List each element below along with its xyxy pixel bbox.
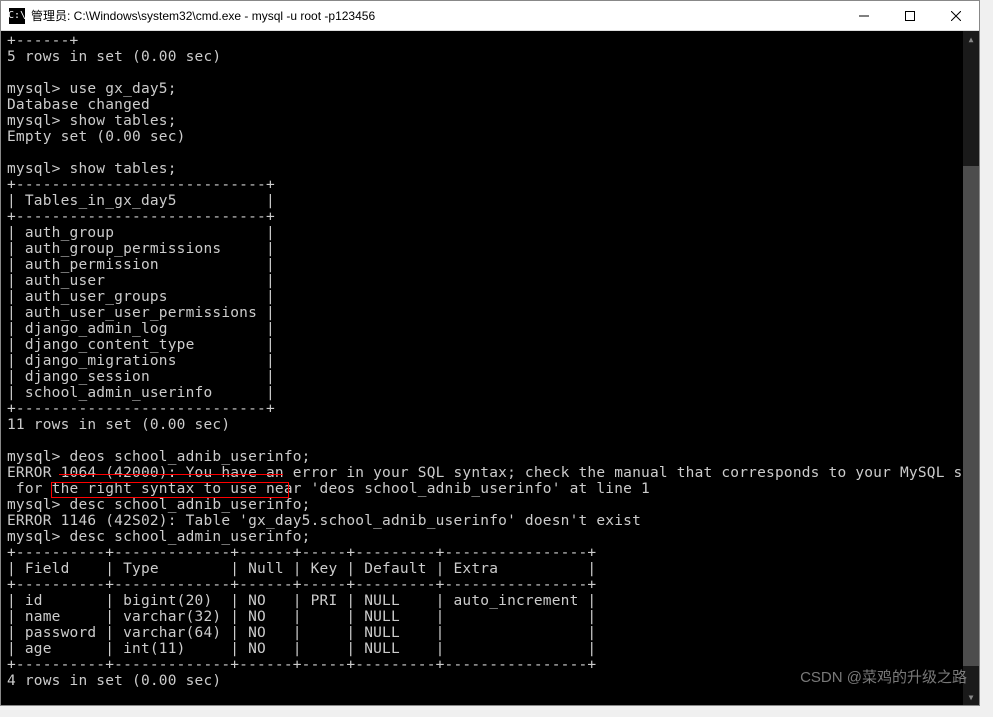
- scrollbar-thumb[interactable]: [963, 166, 979, 666]
- scroll-down-arrow[interactable]: ▼: [963, 689, 979, 705]
- cmd-icon: C:\: [9, 8, 25, 24]
- terminal-output[interactable]: +------+ 5 rows in set (0.00 sec) mysql>…: [1, 31, 979, 705]
- scroll-up-arrow[interactable]: ▲: [963, 31, 979, 47]
- minimize-button[interactable]: [841, 1, 887, 30]
- window-title: 管理员: C:\Windows\system32\cmd.exe - mysql…: [31, 7, 841, 24]
- vertical-scrollbar[interactable]: ▲ ▼: [963, 31, 979, 705]
- window-controls: [841, 1, 979, 30]
- close-button[interactable]: [933, 1, 979, 30]
- maximize-button[interactable]: [887, 1, 933, 30]
- cmd-window: C:\ 管理员: C:\Windows\system32\cmd.exe - m…: [0, 0, 980, 706]
- titlebar[interactable]: C:\ 管理员: C:\Windows\system32\cmd.exe - m…: [1, 1, 979, 31]
